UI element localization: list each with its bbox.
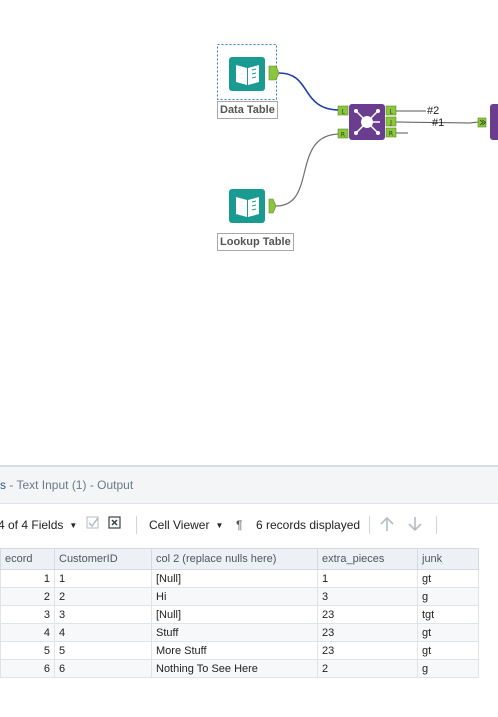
results-pane: s - Text Input (1) - Output 4 of 4 Field…	[0, 465, 498, 717]
table-cell[interactable]: 23	[317, 641, 418, 660]
results-table[interactable]: ecord CustomerID col 2 (replace nulls he…	[0, 548, 479, 678]
table-cell[interactable]: 3	[317, 587, 418, 606]
record-cell[interactable]: 5	[0, 641, 55, 660]
results-toolbar: 4 of 4 Fields ▼ Cell Viewer ▼ ¶ 6 records …	[0, 504, 498, 546]
results-title: s - Text Input (1) - Output	[0, 467, 498, 504]
connection-lookup-to-join-right[interactable]	[275, 133, 341, 207]
chevron-down-icon: ▼	[215, 520, 224, 530]
connection-data-to-join-left[interactable]	[278, 72, 341, 111]
table-cell[interactable]: gt	[417, 569, 479, 588]
output-anchor[interactable]	[268, 65, 280, 81]
pilcrow-icon[interactable]: ¶	[236, 517, 242, 533]
records-count: 6 records displayed	[256, 518, 361, 532]
connection-label: #2	[427, 105, 440, 117]
column-header-record[interactable]: ecord	[0, 548, 55, 570]
anchor-label: R	[341, 132, 345, 139]
table-cell[interactable]: 23	[317, 605, 418, 624]
input-anchor[interactable]	[477, 117, 487, 128]
check-icon[interactable]	[86, 516, 100, 534]
table-cell[interactable]: 1	[317, 569, 418, 588]
browse-tool[interactable]	[477, 104, 498, 140]
column-header-customerid[interactable]: CustomerID	[54, 548, 152, 570]
column-header-extra-pieces[interactable]: extra_pieces	[317, 548, 418, 570]
table-cell[interactable]: 5	[54, 641, 152, 660]
table-row[interactable]: 4 4 Stuff 23 gt	[0, 623, 479, 642]
output-anchor[interactable]	[268, 198, 277, 214]
column-header-col2[interactable]: col 2 (replace nulls here)	[151, 548, 318, 570]
table-cell[interactable]: 1	[54, 569, 152, 588]
connection-label: #1	[432, 117, 445, 129]
cell-viewer-dropdown[interactable]: Cell Viewer ▼	[149, 517, 223, 534]
fields-dropdown[interactable]: 4 of 4 Fields ▼	[0, 517, 77, 534]
record-cell[interactable]: 2	[0, 587, 55, 606]
table-cell[interactable]: [Null]	[151, 605, 318, 624]
lookup-table-label[interactable]: Lookup Table	[217, 233, 294, 251]
table-cell[interactable]: Stuff	[151, 623, 318, 642]
chevron-down-icon: ▼	[69, 520, 78, 530]
table-cell[interactable]: 3	[54, 605, 152, 624]
toolbar-separator	[136, 516, 137, 534]
table-cell[interactable]: 2	[54, 587, 152, 606]
column-header-junk[interactable]: junk	[417, 548, 479, 570]
results-title-suffix: - Text Input (1) - Output	[6, 478, 134, 492]
data-table-label[interactable]: Data Table	[217, 101, 278, 119]
table-cell[interactable]: 2	[317, 659, 418, 678]
toolbar-separator	[436, 516, 437, 534]
table-cell[interactable]: 4	[54, 623, 152, 642]
record-cell[interactable]: 4	[0, 623, 55, 642]
record-cell[interactable]: 3	[0, 605, 55, 624]
data-table-tool[interactable]	[229, 57, 280, 91]
table-cell[interactable]: g	[417, 659, 479, 678]
table-cell[interactable]: [Null]	[151, 569, 318, 588]
table-cell[interactable]: 23	[317, 623, 418, 642]
fields-label: 4 of 4 Fields	[0, 518, 64, 532]
table-cell[interactable]: gt	[417, 641, 479, 660]
arrow-down-icon[interactable]	[406, 515, 424, 537]
arrow-up-icon[interactable]	[378, 515, 396, 537]
table-header-row: ecord CustomerID col 2 (replace nulls he…	[0, 548, 479, 570]
table-cell[interactable]: 6	[54, 659, 152, 678]
table-row[interactable]: 2 2 Hi 3 g	[0, 587, 479, 606]
cell-viewer-label: Cell Viewer	[149, 518, 210, 532]
record-cell[interactable]: 1	[0, 569, 55, 588]
toolbar-separator	[369, 516, 370, 534]
table-cell[interactable]: More Stuff	[151, 641, 318, 660]
table-cell[interactable]: tgt	[417, 605, 479, 624]
table-row[interactable]: 5 5 More Stuff 23 gt	[0, 641, 479, 660]
table-cell[interactable]: Hi	[151, 587, 318, 606]
workflow-canvas[interactable]: L R L J R Data Table Lookup Table #2 #1	[0, 0, 498, 465]
table-cell[interactable]: gt	[417, 623, 479, 642]
tool-body	[490, 104, 498, 140]
join-tool[interactable]: L R L J R	[337, 104, 397, 140]
anchor-label: R	[389, 131, 393, 138]
table-cell[interactable]: g	[417, 587, 479, 606]
clear-icon[interactable]	[108, 516, 122, 534]
table-cell[interactable]: Nothing To See Here	[151, 659, 318, 678]
table-row[interactable]: 3 3 [Null] 23 tgt	[0, 605, 479, 624]
table-row[interactable]: 1 1 [Null] 1 gt	[0, 569, 479, 588]
lookup-table-tool[interactable]	[229, 189, 277, 223]
table-row[interactable]: 6 6 Nothing To See Here 2 g	[0, 659, 479, 678]
record-cell[interactable]: 6	[0, 659, 55, 678]
anchor-label: J	[389, 120, 392, 127]
